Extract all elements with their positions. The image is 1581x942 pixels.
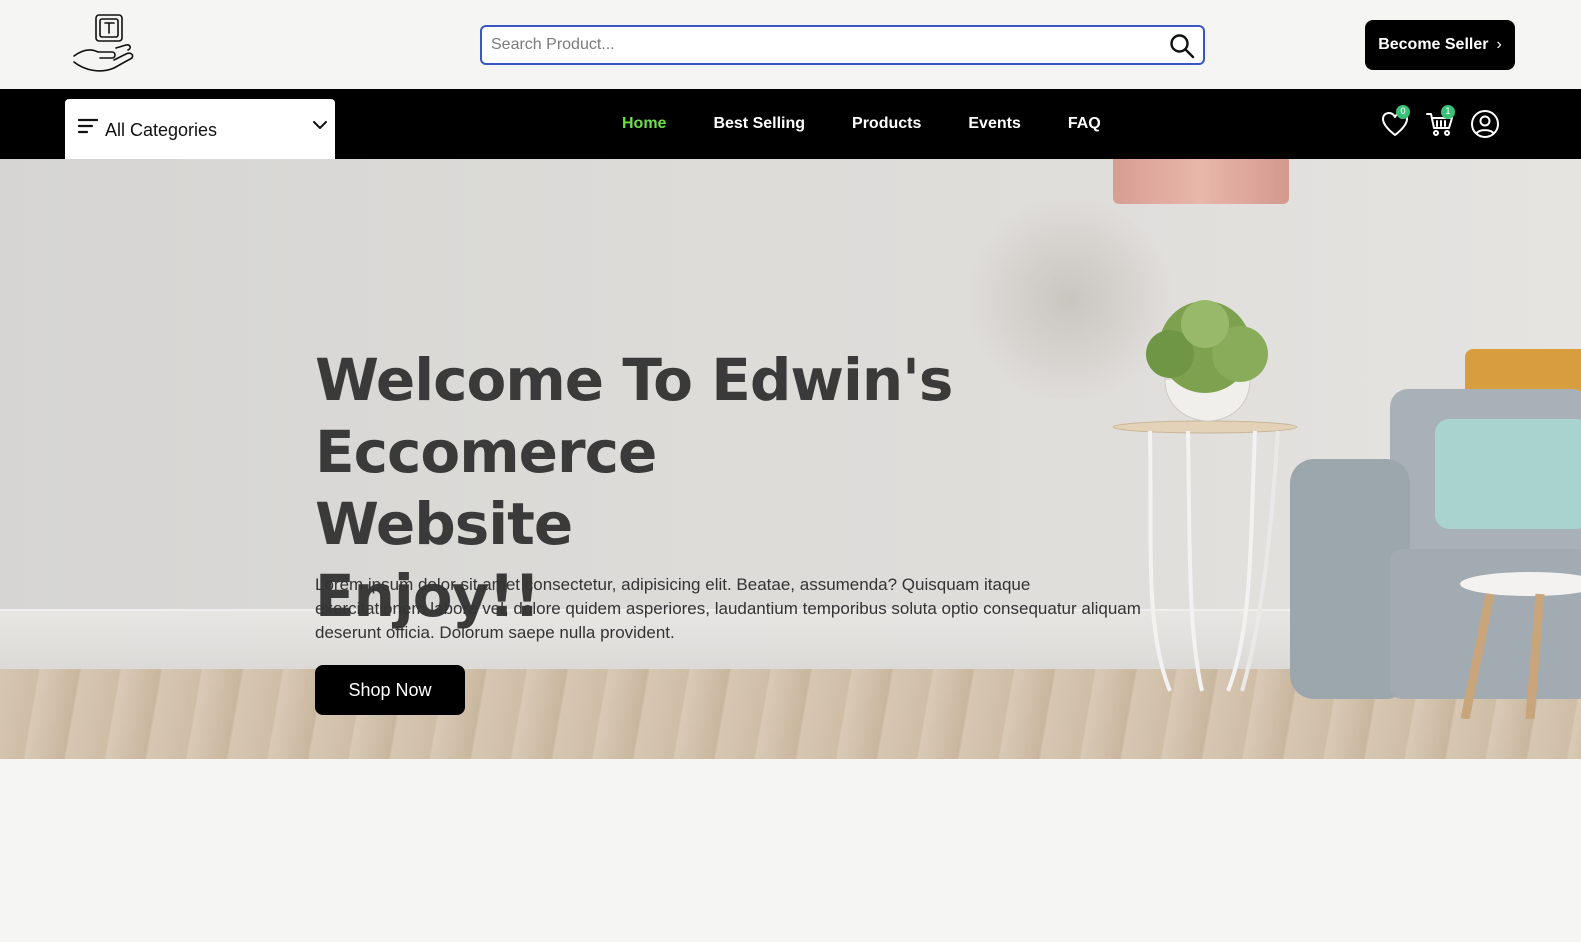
nav-link-faq[interactable]: FAQ (1068, 115, 1101, 133)
nav-links: Home Best Selling Products Events FAQ (622, 89, 1148, 159)
search-box (480, 25, 1205, 65)
nav-link-best-selling[interactable]: Best Selling (713, 115, 805, 133)
logo-icon[interactable] (70, 12, 136, 74)
nav-link-products[interactable]: Products (852, 115, 921, 133)
top-header: Become Seller › (0, 0, 1581, 89)
all-categories-dropdown[interactable]: All Categories (65, 99, 335, 159)
profile-button[interactable] (1470, 109, 1502, 141)
wishlist-button[interactable]: 0 (1380, 105, 1412, 141)
hero-description: Lorem ipsum dolor sit amet consectetur, … (315, 575, 1141, 642)
main-nav: All Categories Home Best Selling Product… (0, 89, 1581, 159)
categories-label: All Categories (105, 120, 218, 140)
cart-button[interactable]: 1 (1425, 105, 1457, 141)
wishlist-count-badge: 0 (1396, 105, 1410, 119)
become-seller-label: Become Seller (1378, 36, 1489, 53)
hero-title-line-1: Welcome To Edwin's Eccomerce (315, 346, 953, 486)
nav-link-home[interactable]: Home (622, 115, 666, 133)
chevron-down-icon (313, 121, 327, 129)
nav-link-events[interactable]: Events (968, 115, 1020, 133)
menu-lines-icon (78, 118, 98, 134)
chevron-right-icon: › (1496, 36, 1502, 53)
cart-count-badge: 1 (1441, 105, 1455, 119)
pendant-lamp-image (1113, 159, 1289, 204)
sofa-image (1290, 349, 1581, 719)
become-seller-button[interactable]: Become Seller › (1365, 20, 1515, 70)
hero-title-line-2: Website (315, 490, 573, 558)
search-icon[interactable] (1169, 33, 1195, 59)
search-input[interactable] (482, 27, 1203, 63)
shop-now-button[interactable]: Shop Now (315, 665, 465, 715)
user-profile-icon (1471, 110, 1499, 138)
hero-banner: Welcome To Edwin's Eccomerce Website Enj… (0, 159, 1581, 759)
